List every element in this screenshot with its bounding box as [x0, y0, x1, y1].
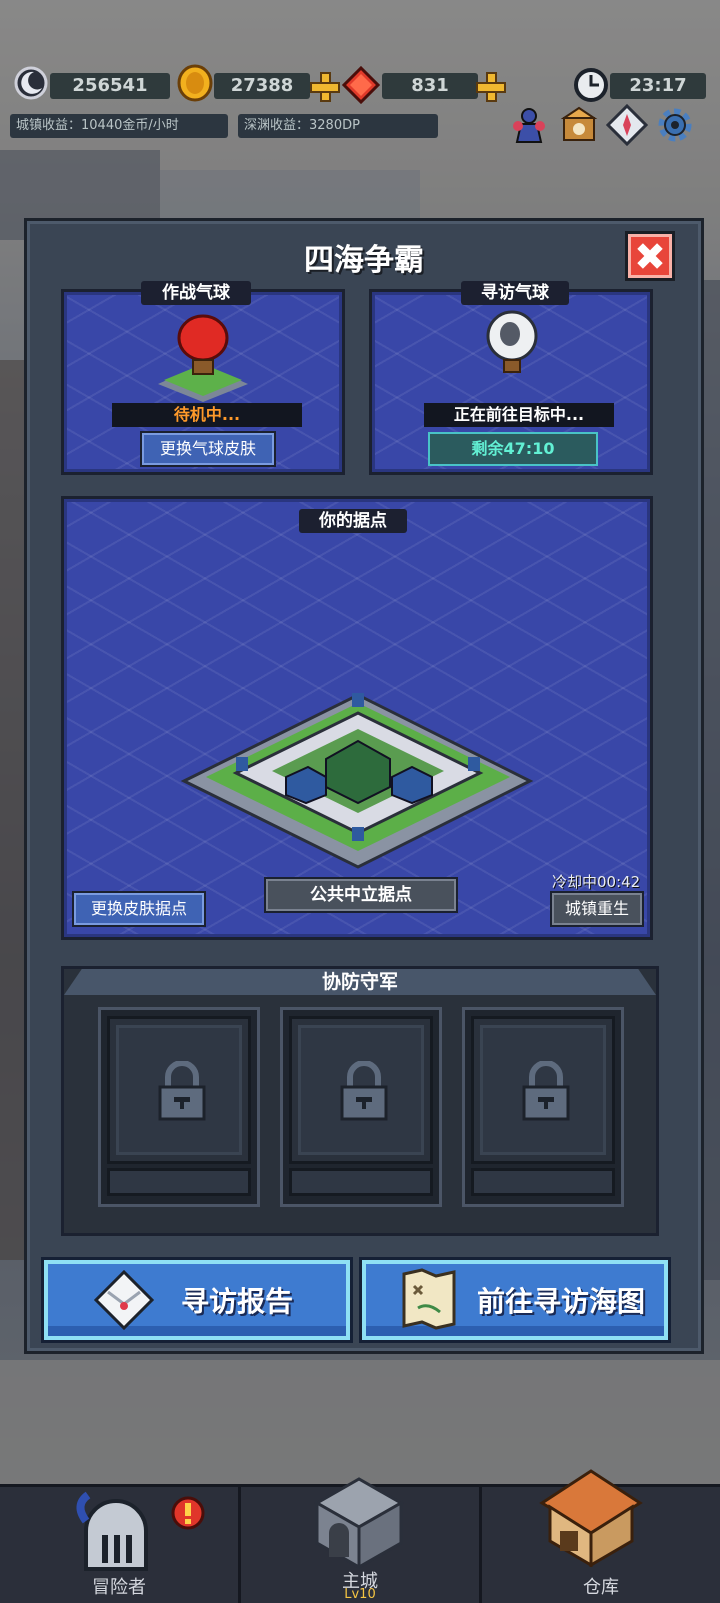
nav-main-city[interactable]: 主城 Lv10 [241, 1477, 479, 1603]
gem-value: 831 [382, 73, 478, 99]
battle-balloon-card: 待机中... 更换气球皮肤 [61, 289, 345, 475]
visit-balloon-status: 正在前往目标中... [424, 403, 614, 427]
bottom-nav: 冒险者 主城 Lv10 仓库 [0, 1469, 720, 1603]
defense-slot-2[interactable] [280, 1007, 442, 1207]
visit-report-label: 寻访报告 [180, 1285, 293, 1318]
lock-icon [522, 1061, 570, 1121]
battle-balloon-status: 待机中... [112, 403, 302, 427]
red-gem-icon [342, 66, 380, 104]
battle-balloon-tag: 作战气球 [141, 281, 251, 305]
defense-slot-3[interactable] [462, 1007, 624, 1207]
nav-warehouse-label: 仓库 [583, 1577, 619, 1598]
stronghold-castle-icon[interactable] [176, 689, 538, 877]
clock-time: 23:17 [610, 73, 706, 99]
gold-coin-icon [177, 64, 213, 102]
nav-adventurer-label: 冒险者 [92, 1577, 146, 1598]
stronghold-view: 更换皮肤据点 公共中立据点 冷却中00:42 城镇重生 [61, 496, 653, 940]
change-balloon-skin-button[interactable]: 更换气球皮肤 [140, 431, 276, 467]
dp-moon-icon [14, 66, 48, 100]
defense-slot-1[interactable] [98, 1007, 260, 1207]
stronghold-name: 公共中立据点 [264, 877, 458, 913]
sea-dominance-panel: 四海争霸 待机中... 更换气球皮肤 作战气球 正在前往目标中... 剩余47:… [24, 218, 704, 1354]
gold-value: 27388 [214, 73, 310, 99]
rebirth-cooldown: 冷却中00:42 [552, 873, 641, 891]
visit-report-button[interactable]: 寻访报告 [41, 1257, 353, 1343]
nav-adventurer[interactable]: 冒险者 [0, 1487, 238, 1603]
events-icon[interactable] [558, 104, 600, 146]
lock-icon [158, 1061, 206, 1121]
red-balloon-icon [158, 314, 248, 402]
warehouse-icon [539, 1469, 643, 1567]
knight-helmet-icon [76, 1491, 148, 1571]
change-stronghold-skin-button[interactable]: 更换皮肤据点 [72, 891, 206, 927]
abyss-income: 深渊收益：3280DP [238, 114, 438, 138]
visit-map-label: 前往寻访海图 [476, 1285, 645, 1318]
panel-title: 四海争霸 [304, 243, 424, 278]
go-to-visit-map-button[interactable]: 前往寻访海图 [359, 1257, 671, 1343]
compass-icon[interactable] [606, 104, 648, 146]
clock-icon [574, 68, 608, 102]
nav-warehouse[interactable]: 仓库 [482, 1469, 720, 1603]
defense-garrison: 协防守军 [61, 966, 659, 1236]
visit-balloon-tag: 寻访气球 [461, 281, 569, 305]
alert-badge-icon [171, 1496, 205, 1530]
settings-gear-icon[interactable] [654, 104, 696, 146]
town-rebirth-button[interactable]: 城镇重生 [550, 891, 644, 927]
town-income: 城镇收益：10440金币/小时 [10, 114, 228, 138]
dp-value: 256541 [50, 73, 170, 99]
add-gem-button[interactable] [476, 72, 506, 102]
visit-balloon-card: 正在前往目标中... 剩余47:10 [369, 289, 653, 475]
visit-remaining-time: 剩余47:10 [428, 432, 598, 466]
white-balloon-icon [486, 310, 538, 373]
stronghold-tag: 你的据点 [299, 509, 407, 533]
main-city-tower-icon [313, 1477, 405, 1569]
add-gold-button[interactable] [310, 72, 340, 102]
defense-title: 协防守军 [321, 971, 398, 993]
close-button[interactable] [625, 231, 675, 281]
heroes-icon[interactable] [508, 104, 550, 146]
lock-icon [340, 1061, 388, 1121]
